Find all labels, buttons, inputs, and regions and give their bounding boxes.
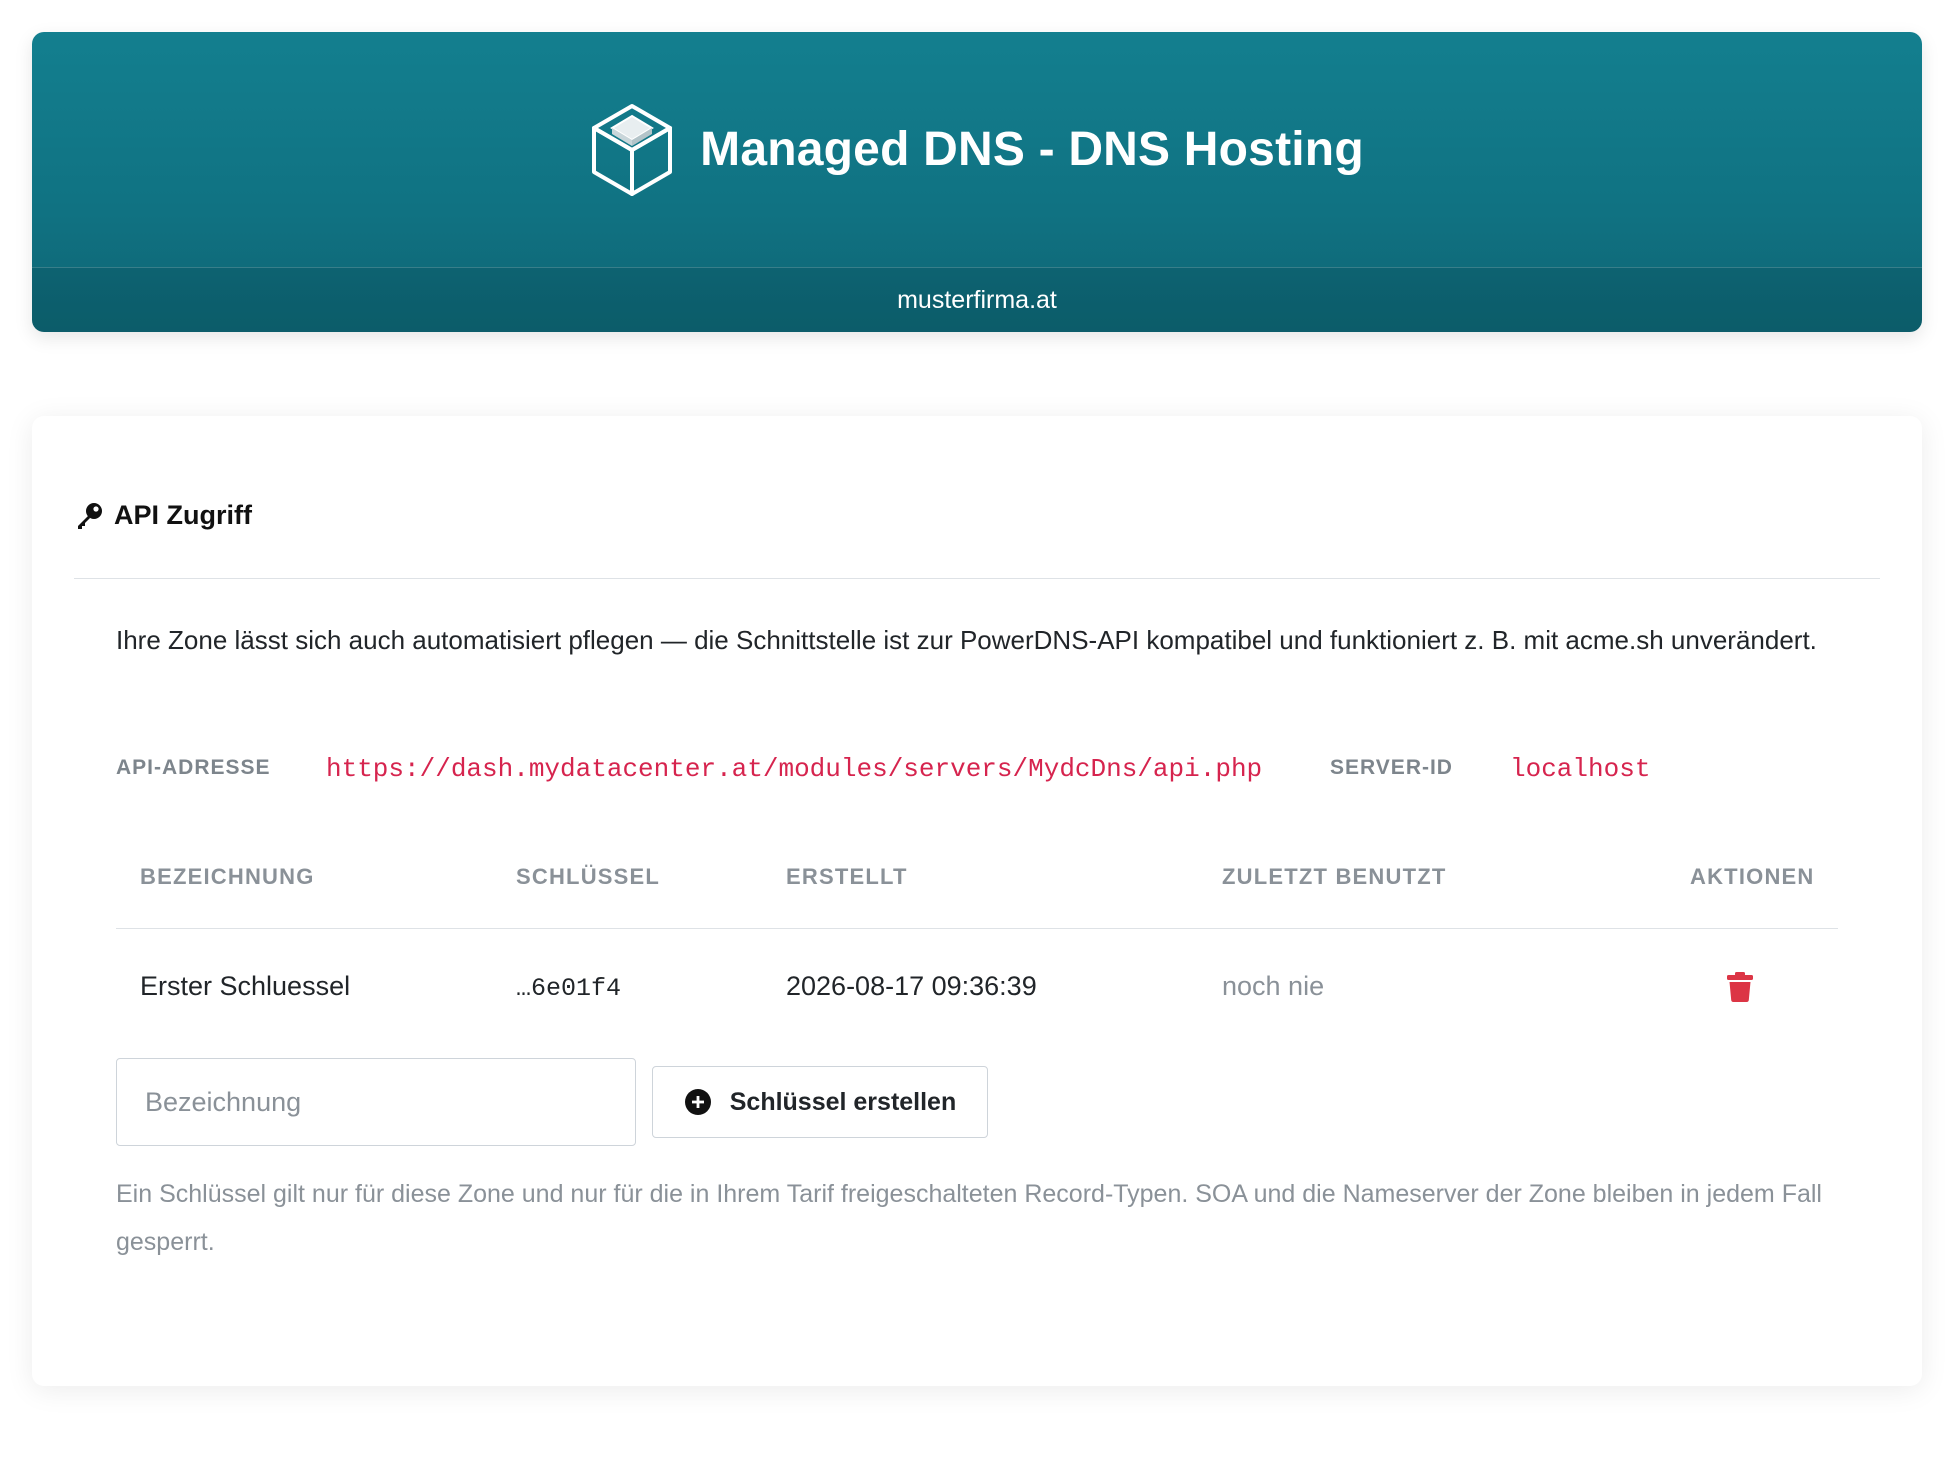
table-row: Erster Schluessel …6e01f4 2026-08-17 09:…	[116, 929, 1838, 1049]
server-id-value: localhost	[1510, 754, 1651, 784]
card-title: API Zugriff	[74, 500, 252, 531]
last-used-cell: noch nie	[1222, 971, 1325, 1001]
created-cell: 2026-08-17 09:36:39	[786, 971, 1037, 1001]
page-title: Managed DNS - DNS Hosting	[700, 123, 1364, 176]
banner-title-row: Managed DNS - DNS Hosting	[32, 32, 1922, 267]
delete-key-button[interactable]	[1722, 969, 1758, 1005]
create-key-button-label: Schlüssel erstellen	[729, 1087, 957, 1116]
api-access-card: API Zugriff Ihre Zone lässt sich auch au…	[32, 416, 1922, 1386]
column-header-created: ERSTELLT	[786, 864, 908, 889]
key-name-input[interactable]	[116, 1058, 636, 1146]
column-header-key: SCHLÜSSEL	[516, 864, 661, 889]
api-address-label: API-ADRESSE	[116, 756, 271, 779]
cube-icon	[592, 103, 673, 196]
api-address-value: https://dash.mydatacenter.at/modules/ser…	[326, 754, 1263, 784]
column-header-last-used: ZULETZT BENUTZT	[1222, 864, 1447, 889]
intro-text: Ihre Zone lässt sich auch automatisiert …	[116, 625, 1817, 655]
header-banner: Managed DNS - DNS Hosting musterfirma.at	[32, 32, 1922, 332]
api-keys-table: BEZEICHNUNG SCHLÜSSEL ERSTELLT ZULETZT B…	[116, 834, 1838, 1049]
card-title-label: API Zugriff	[114, 500, 252, 530]
scope-note: Ein Schlüssel gilt nur für diese Zone un…	[116, 1180, 1822, 1256]
server-id-label: SERVER-ID	[1330, 756, 1453, 779]
key-suffix-cell: …6e01f4	[516, 974, 622, 1003]
create-key-button[interactable]: Schlüssel erstellen	[652, 1066, 988, 1138]
key-name-cell: Erster Schluessel	[140, 971, 351, 1001]
domain-label: musterfirma.at	[32, 267, 1922, 332]
column-header-actions: AKTIONEN	[1690, 864, 1815, 889]
key-icon	[78, 502, 102, 529]
trash-icon	[1727, 972, 1753, 1002]
card-header-divider	[74, 416, 1880, 579]
table-header: BEZEICHNUNG SCHLÜSSEL ERSTELLT ZULETZT B…	[116, 834, 1838, 929]
plus-circle-icon	[684, 1089, 711, 1115]
column-header-name: BEZEICHNUNG	[140, 864, 315, 889]
